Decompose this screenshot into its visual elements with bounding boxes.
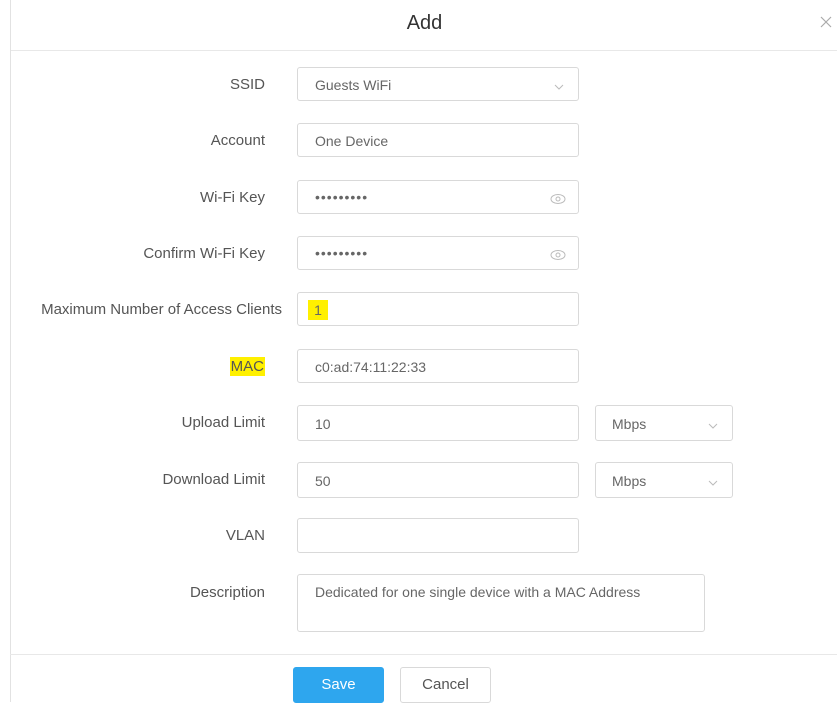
account-input[interactable]: One Device — [297, 123, 579, 157]
description-label: Description — [189, 584, 265, 601]
description-textarea[interactable]: Dedicated for one single device with a M… — [297, 574, 705, 632]
mac-label-text: MAC — [229, 357, 265, 376]
upload-unit-select[interactable]: Mbps — [595, 405, 733, 441]
wifi-key-label: Wi-Fi Key — [200, 189, 265, 206]
dialog-header: Add — [11, 0, 837, 51]
download-limit-label: Download Limit — [162, 471, 265, 488]
upload-unit-value: Mbps — [612, 416, 647, 432]
mac-label: MAC — [0, 357, 265, 376]
chevron-down-icon — [554, 79, 564, 90]
download-limit-value: 50 — [315, 473, 331, 489]
dialog-title: Add — [406, 12, 443, 34]
chevron-down-icon — [708, 475, 718, 486]
wifi-key-input[interactable]: ••••••••• — [297, 180, 579, 214]
max-clients-value: 1 — [308, 300, 328, 320]
vlan-input[interactable] — [297, 518, 579, 553]
eye-icon[interactable] — [550, 192, 566, 204]
chevron-down-icon — [708, 418, 718, 429]
upload-limit-label: Upload Limit — [181, 414, 265, 431]
mac-input[interactable]: c0:ad:74:11:22:33 — [297, 349, 579, 383]
download-unit-value: Mbps — [612, 473, 647, 489]
mac-value: c0:ad:74:11:22:33 — [315, 359, 427, 375]
wifi-key-value: ••••••••• — [315, 189, 369, 205]
confirm-wifi-key-label: Confirm Wi-Fi Key — [143, 245, 265, 262]
close-icon[interactable] — [818, 14, 834, 30]
ssid-value: Guests WiFi — [315, 77, 392, 93]
upload-limit-input[interactable]: 10 — [297, 405, 579, 441]
confirm-wifi-key-input[interactable]: ••••••••• — [297, 236, 579, 270]
download-unit-select[interactable]: Mbps — [595, 462, 733, 498]
ssid-label: SSID — [229, 76, 265, 93]
download-limit-input[interactable]: 50 — [297, 462, 579, 498]
vlan-label: VLAN — [225, 527, 265, 544]
eye-icon[interactable] — [550, 248, 566, 260]
max-clients-input[interactable]: 1 — [297, 292, 579, 326]
save-button[interactable]: Save — [293, 667, 384, 703]
account-label: Account — [210, 132, 265, 149]
account-value: One Device — [315, 133, 389, 149]
description-value: Dedicated for one single device with a M… — [315, 584, 641, 600]
confirm-wifi-key-value: ••••••••• — [315, 245, 369, 261]
ssid-select[interactable]: Guests WiFi — [297, 67, 579, 101]
upload-limit-value: 10 — [315, 416, 331, 432]
cancel-button[interactable]: Cancel — [400, 667, 491, 703]
max-clients-label: Maximum Number of Access Clients — [41, 301, 282, 318]
